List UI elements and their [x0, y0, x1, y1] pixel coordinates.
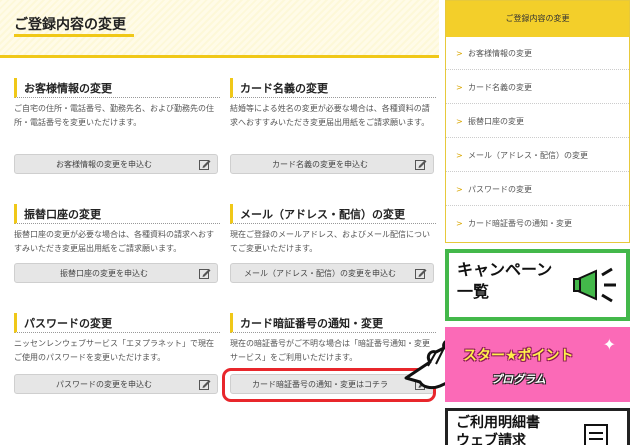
- email-change-button[interactable]: メール（アドレス・配信）の変更を申込む: [230, 263, 434, 283]
- card-title: カード暗証番号の通知・変更: [240, 317, 383, 330]
- button-label: メール（アドレス・配信）の変更を申込む: [244, 269, 396, 278]
- sidebar-item-card-name[interactable]: > カード名義の変更: [446, 71, 629, 104]
- card-heading: 振替口座の変更: [14, 204, 220, 224]
- title-underline: [14, 34, 134, 37]
- star-point-title: スター★ポイント: [463, 348, 574, 364]
- sidebar-item-label: カード暗証番号の通知・変更: [468, 219, 572, 228]
- card-description: 振替口座の変更が必要な場合は、各種資料の請求へおすすみいただき変更届出用紙をご請…: [14, 230, 214, 253]
- star-point-banner[interactable]: スター★ポイント プログラム ✦: [445, 327, 630, 402]
- button-label: パスワードの変更を申込む: [56, 380, 152, 389]
- edit-icon: [199, 269, 211, 279]
- chevron-right-icon: >: [456, 117, 463, 126]
- chevron-right-icon: >: [456, 83, 463, 92]
- sidebar-item-label: パスワードの変更: [468, 185, 532, 194]
- customer-info-change-button[interactable]: お客様情報の変更を申込む: [14, 154, 218, 174]
- edit-icon: [199, 380, 211, 390]
- campaign-banner[interactable]: キャンペーン 一覧: [445, 249, 630, 321]
- sidebar-item-customer-info[interactable]: > お客様情報の変更: [446, 37, 629, 70]
- statement-line-1: ご利用明細書: [456, 415, 540, 431]
- edit-icon: [199, 160, 211, 170]
- campaign-banner-text: キャンペーン 一覧: [457, 259, 552, 303]
- card-title: 振替口座の変更: [24, 208, 101, 221]
- chevron-right-icon: >: [456, 49, 463, 58]
- sidebar-item-email[interactable]: > メール（アドレス・配信）の変更: [446, 139, 629, 172]
- card-name-change-button[interactable]: カード名義の変更を申込む: [230, 154, 434, 174]
- bank-account-change-button[interactable]: 振替口座の変更を申込む: [14, 263, 218, 283]
- card-bank-account: 振替口座の変更 振替口座の変更が必要な場合は、各種資料の請求へおすすみいただき変…: [14, 204, 220, 286]
- sidebar-item-password[interactable]: > パスワードの変更: [446, 173, 629, 206]
- edit-icon: [415, 269, 427, 279]
- side-menu: ご登録内容の変更 > お客様情報の変更 > カード名義の変更 > 振替口座の変更…: [445, 0, 630, 243]
- card-customer-info: お客様情報の変更 ご自宅の住所・電話番号、勤務先名、および勤務先の住所・電話番号…: [14, 78, 220, 178]
- card-title: カード名義の変更: [240, 82, 328, 95]
- sidebar-item-label: 振替口座の変更: [468, 117, 524, 126]
- sidebar-item-label: お客様情報の変更: [468, 49, 532, 58]
- button-label: 振替口座の変更を申込む: [60, 269, 148, 278]
- star-point-subtitle: プログラム: [491, 373, 546, 386]
- card-password: パスワードの変更 ニッセンレンウェブサービス「エヌプラネット」で現在ご使用のパス…: [14, 313, 220, 395]
- chevron-right-icon: >: [456, 151, 463, 160]
- edit-icon: [415, 160, 427, 170]
- card-title: パスワードの変更: [24, 317, 112, 330]
- card-description: 現在ご登録のメールアドレス、およびメール配信についてご変更いただけます。: [230, 230, 430, 253]
- sidebar-item-pin[interactable]: > カード暗証番号の通知・変更: [446, 207, 629, 240]
- button-label: お客様情報の変更を申込む: [56, 160, 152, 169]
- sidebar-item-label: カード名義の変更: [468, 83, 532, 92]
- statement-line-2: ウェブ請求: [456, 433, 526, 445]
- page-title: ご登録内容の変更: [14, 17, 126, 33]
- card-heading: お客様情報の変更: [14, 78, 220, 98]
- sidebar-item-label: メール（アドレス・配信）の変更: [468, 151, 588, 160]
- card-heading: パスワードの変更: [14, 313, 220, 333]
- campaign-line-2: 一覧: [457, 282, 490, 301]
- password-change-button[interactable]: パスワードの変更を申込む: [14, 374, 218, 394]
- campaign-line-1: キャンペーン: [457, 260, 553, 279]
- sidebar-item-bank-account[interactable]: > 振替口座の変更: [446, 105, 629, 138]
- card-name-change: カード名義の変更 結婚等による姓名の変更が必要な場合は、各種資料の請求へおすすみ…: [230, 78, 436, 178]
- card-heading: メール（アドレス・配信）の変更: [230, 204, 436, 224]
- button-label: カード名義の変更を申込む: [272, 160, 368, 169]
- card-description: ニッセンレンウェブサービス「エヌプラネット」で現在ご使用のパスワードを変更いただ…: [14, 339, 214, 362]
- card-heading: カード名義の変更: [230, 78, 436, 98]
- main-content: ご登録内容の変更 お客様情報の変更 ご自宅の住所・電話番号、勤務先名、および勤務…: [0, 0, 439, 445]
- card-description: ご自宅の住所・電話番号、勤務先名、および勤務先の住所・電話番号を変更いただけます…: [14, 104, 214, 127]
- document-icon: [584, 424, 608, 445]
- card-title: メール（アドレス・配信）の変更: [240, 208, 405, 221]
- page-header: ご登録内容の変更: [0, 0, 439, 58]
- chevron-right-icon: >: [456, 185, 463, 194]
- card-email: メール（アドレス・配信）の変更 現在ご登録のメールアドレス、およびメール配信につ…: [230, 204, 436, 286]
- card-description: 結婚等による姓名の変更が必要な場合は、各種資料の請求へおすすみいただき変更届出用…: [230, 104, 430, 127]
- chevron-right-icon: >: [456, 219, 463, 228]
- card-title: お客様情報の変更: [24, 82, 112, 95]
- statement-banner[interactable]: ご利用明細書 ウェブ請求: [445, 408, 630, 445]
- megaphone-icon: [573, 267, 616, 303]
- statement-banner-text: ご利用明細書 ウェブ請求: [456, 414, 540, 445]
- sparkle-icon: ✦: [602, 335, 616, 354]
- side-menu-heading: ご登録内容の変更: [446, 1, 629, 37]
